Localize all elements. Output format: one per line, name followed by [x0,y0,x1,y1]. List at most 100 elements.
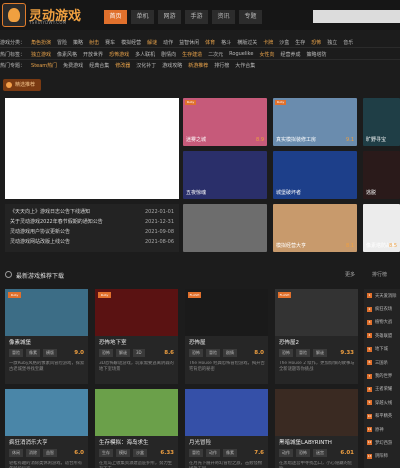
game-tag[interactable]: 沙盒 [133,449,147,457]
tag-link[interactable]: 大作合集 [235,62,255,69]
featured-game-tile[interactable]: 像素塔防战争 8.5 [363,204,400,252]
tag-link[interactable]: 冒险 [57,39,67,46]
nav-news[interactable]: 资讯 [212,10,235,24]
tag-link[interactable]: 横版过关 [237,39,257,46]
tag-link[interactable]: Steam热门 [31,62,57,69]
game-card[interactable]: 月光冒险冒险动作像素 7.6 在月光下展开奇幻冒险之旅，击败怪物拯救王国 [185,389,268,468]
tag-link[interactable]: 策略塔防 [306,51,326,58]
hero-banner[interactable] [5,98,179,199]
ranking-item[interactable]: 10 和平精英 [364,410,400,423]
ranking-item[interactable]: 3 植物大战 [364,316,400,329]
rank-title[interactable]: 三国杀 [375,360,388,366]
game-thumbnail[interactable] [95,389,178,436]
tag-link[interactable]: 角色扮演 [31,39,51,46]
ranking-item[interactable]: 9 穿越火线 [364,396,400,409]
rank-title[interactable]: 天天爱消除 [375,293,396,299]
ranking-link[interactable]: 排行榜 [372,271,387,278]
ranking-item[interactable]: 5 地下城 [364,343,400,356]
tag-link[interactable]: 策略 [73,39,83,46]
tag-link[interactable]: 女性向 [259,51,274,58]
more-link[interactable]: 更多 [345,271,355,278]
featured-game-tile[interactable]: 城堡破坏者 [273,151,357,199]
ranking-item[interactable]: 4 英雄联盟 [364,329,400,342]
tag-link[interactable]: 游戏攻略 [162,62,182,69]
game-tag[interactable]: 解谜 [116,349,130,357]
game-card[interactable]: 生存模拟：海岛求生生存模拟沙盒 6.33 在荒岛上收集资源建造庇护所，努力生存下去 [95,389,178,468]
featured-game-tile[interactable]: 旷野寻宝 [363,98,400,146]
tag-link[interactable]: 汉化补丁 [136,62,156,69]
ranking-item[interactable]: 8 王者荣耀 [364,383,400,396]
news-item[interactable]: 《天天向上》游戏日志公告下线通知 2022-01-01 [10,207,174,217]
ranking-item[interactable]: 12 梦幻西游 [364,436,400,449]
game-tag[interactable]: 冒险 [9,349,23,357]
ranking-item[interactable]: 7 我的世界 [364,369,400,382]
game-tag[interactable]: 恐怖 [99,349,113,357]
game-tag[interactable]: 生存 [99,449,113,457]
tag-link[interactable]: 恐怖 [311,39,321,46]
game-tag[interactable]: 解谜 [313,349,327,357]
game-tag[interactable]: 动作 [206,449,220,457]
tag-link[interactable]: 像素风格 [57,51,77,58]
tag-link[interactable]: 排行榜 [214,62,229,69]
nav-online[interactable]: 网游 [158,10,181,24]
game-tag[interactable]: 冒险 [189,449,203,457]
ranking-item[interactable]: 13 阴阳师 [364,450,400,463]
news-title[interactable]: 关于灵动游戏2022年春节假期的通知公告 [10,217,103,227]
game-tag[interactable]: 像素 [26,349,40,357]
ranking-item[interactable]: 11 原神 [364,423,400,436]
game-tag[interactable]: 模拟 [116,449,130,457]
game-card[interactable]: 疯狂消消乐大亨休闲消除益智 6.0 轻松有趣的消除类休闲游戏，适合所有年龄段玩家 [5,389,88,468]
rank-title[interactable]: 王者荣耀 [375,386,392,392]
game-thumbnail[interactable]: FLASH [275,289,358,336]
tag-link[interactable]: 经营养成 [280,51,300,58]
news-item[interactable]: 灵动游戏用户协议更新公告 2021-09-08 [10,227,174,237]
tag-link[interactable]: 解谜 [147,39,157,46]
nav-single[interactable]: 单机 [131,10,154,24]
game-thumbnail[interactable]: Ruby [95,289,178,336]
game-tag[interactable]: 益智 [43,449,57,457]
tag-link[interactable]: 生存建造 [182,51,202,58]
tag-link[interactable]: 射击 [89,39,99,46]
game-thumbnail[interactable]: FLASH [185,289,268,336]
game-thumbnail[interactable] [185,389,268,436]
game-tag[interactable]: 冒险 [206,349,220,357]
featured-game-tile[interactable]: 逃脱 [363,151,400,199]
game-tag[interactable]: 恐怖 [296,449,310,457]
game-card[interactable]: Ruby 恐怖地下室 恐怖 解谜 3D 8.6 3D恐怖解谜游戏，玩家需要逃离阴森的地下室场… [95,289,178,384]
game-tag[interactable]: 恐怖 [279,349,293,357]
tag-link[interactable]: 卡牌 [263,39,273,46]
game-tag[interactable]: 恐怖 [189,349,203,357]
ranking-item[interactable]: 2 疯狂农场 [364,302,400,315]
rank-title[interactable]: 阴阳师 [375,453,388,459]
rank-title[interactable]: 英雄联盟 [375,333,392,339]
game-title[interactable]: 像素城堡 [9,338,31,346]
tag-link[interactable]: 经典合集 [89,62,109,69]
news-item[interactable]: 关于灵动游戏2022年春节假期的通知公告 2021-12-31 [10,217,174,227]
game-title[interactable]: 恐怖屋 [189,338,206,346]
nav-home[interactable]: 首页 [104,10,127,24]
game-tag[interactable]: 剧情 [223,349,237,357]
nav-topics[interactable]: 专题 [239,10,262,24]
tag-link[interactable]: 格斗 [221,39,231,46]
news-title[interactable]: 灵动游戏用户协议更新公告 [10,227,70,237]
game-tag[interactable]: 消除 [26,449,40,457]
game-card[interactable]: 黑暗城堡LABYRINTH 动作 恐怖 迷宫 6.01 在黑暗迷宫中寻找出口，小心隐藏的危… [275,389,358,468]
featured-game-tile[interactable]: Ruby 迷雾之城 8.9 [183,98,267,146]
game-thumbnail[interactable] [5,389,88,436]
ranking-item[interactable]: 6 三国杀 [364,356,400,369]
tag-link[interactable]: 修改器 [115,62,130,69]
tag-link[interactable]: 益智休闲 [179,39,199,46]
news-title[interactable]: 《天天向上》游戏日志公告下线通知 [10,207,90,217]
tag-link[interactable]: 赛车 [105,39,115,46]
game-title[interactable]: 黑暗城堡LABYRINTH [279,438,332,446]
game-card[interactable]: FLASH 恐怖屋2 恐怖 冒险 解谜 9.33 The House 2 续作，更加惊悚的故… [275,289,358,384]
search-input[interactable] [313,10,400,23]
nav-mobile[interactable]: 手游 [185,10,208,24]
tag-link[interactable]: 体育 [205,39,215,46]
tag-link[interactable]: 恐怖游戏 [109,51,129,58]
game-thumbnail[interactable] [275,389,358,436]
rank-title[interactable]: 穿越火线 [375,400,392,406]
tag-link[interactable]: 模拟经营 [121,39,141,46]
featured-game-tile[interactable]: 五夜惊魂 [183,151,267,199]
tag-link[interactable]: 音乐 [343,39,353,46]
